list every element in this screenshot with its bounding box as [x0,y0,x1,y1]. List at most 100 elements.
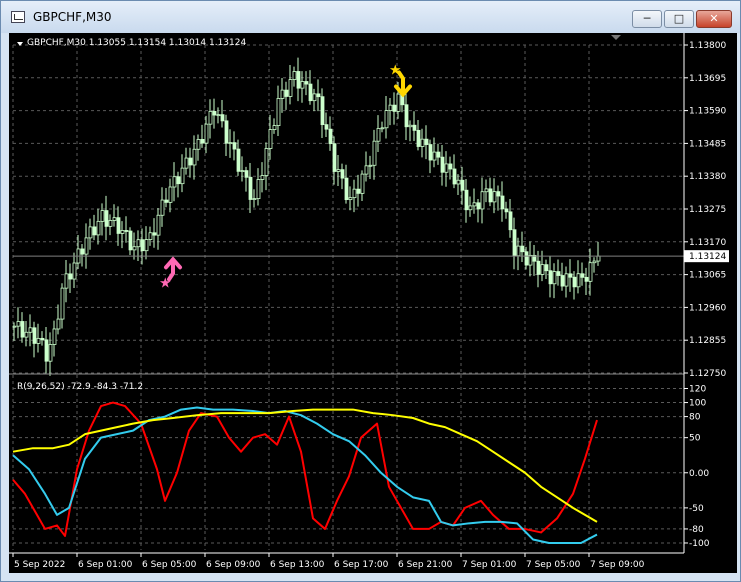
sell-star-icon: ★ [389,62,402,78]
current-price-label: 1.13124 [689,252,726,262]
candle-body [188,157,193,166]
candle-body [544,264,549,272]
candle-body [44,339,49,362]
candle-body [576,273,581,288]
candle-body [164,199,169,203]
candle-body [16,321,21,327]
candle-body [132,246,137,251]
candle-body [108,220,113,227]
candle-body [232,142,237,150]
candle-body [272,125,277,130]
candle-body [324,124,329,130]
indicator-tick-label: -80 [689,525,704,535]
candle-body [24,331,29,338]
candle-body [168,186,173,203]
candle-body [468,205,473,211]
candle-body [264,148,269,176]
candle-body [420,138,425,147]
candle-body [208,110,213,125]
candle-body [252,198,257,201]
candle-body [20,321,25,338]
candle-body [588,262,593,282]
candle-body [336,169,341,172]
price-tick-label: 1.13800 [689,41,726,51]
candle-body [124,230,129,232]
candle-body [500,195,505,210]
candle-body [448,163,453,170]
candle-body [464,189,469,211]
time-tick-label: 5 Sep 2022 [14,560,65,570]
candle-body [248,176,253,200]
candle-body [88,226,93,239]
candle-body [292,71,297,80]
candle-body [120,230,125,234]
candle-body [224,120,229,144]
time-tick-label: 6 Sep 13:00 [270,560,325,570]
candle-body [460,179,465,191]
price-tick-label: 1.13485 [689,139,726,149]
title-bar[interactable]: GBPCHF,M30 ─ □ ✕ [1,1,740,33]
candle-body [212,110,217,116]
candle-body [148,232,153,240]
candle-body [424,138,429,145]
candle-body [320,96,325,126]
price-tick-label: 1.13380 [689,172,726,182]
price-tick-label: 1.12960 [689,303,726,313]
candle-body [396,93,401,112]
indicator-tick-label: 50 [689,434,701,444]
indicator-tick-label: 80 [689,413,701,423]
chart-area[interactable]: ★ ★ 1.13800 1.13695 1.13590 1.13485 1.13380 1.… [9,33,737,573]
candle-body [56,318,61,330]
candle-body [92,226,97,236]
candle-body [296,71,301,89]
candle-body [280,89,285,99]
chart-svg[interactable]: ★★ 1.138001.136951.135901.134851.133801.… [9,33,737,573]
candle-body [80,248,85,255]
candle-body [344,177,349,201]
candle-body [152,232,157,236]
maximize-button[interactable]: □ [664,10,694,28]
time-tick-label: 6 Sep 09:00 [206,560,261,570]
candle-body [412,124,417,131]
candle-body [144,239,149,252]
indicator-tick-label: 100 [689,399,706,409]
candle-body [284,89,289,97]
candle-body [384,110,389,129]
candle-body [216,114,221,117]
candle-body [548,270,553,285]
time-tick-label: 6 Sep 21:00 [398,560,453,570]
candle-body [288,79,293,97]
symbol-menu-icon[interactable] [17,42,23,46]
candle-body [40,337,45,341]
candle-body [496,191,501,197]
candle-body [316,93,321,98]
scroll-marker-icon[interactable] [611,35,621,40]
candle-body [100,210,105,222]
candle-body [452,168,457,185]
candle-body [116,217,121,234]
candle-body [536,260,541,275]
candle-body [472,202,477,207]
candle-body [96,220,101,236]
candle-body [180,167,185,185]
candle-body [184,157,189,169]
candle-body [200,139,205,144]
close-button[interactable]: ✕ [696,10,732,28]
price-tick-label: 1.12855 [689,336,726,346]
price-axis: 1.13800 1.13695 1.13590 1.13485 1.13380 1.132… [13,41,729,379]
candle-body [260,175,265,180]
candles-group [12,57,601,376]
candle-body [84,237,89,255]
time-tick-label: 7 Sep 05:00 [526,560,581,570]
candle-body [348,197,353,201]
candle-body [228,142,233,145]
candle-body [356,188,361,194]
time-tick-label: 7 Sep 01:00 [462,560,517,570]
candle-body [516,245,521,257]
candle-body [444,163,449,173]
time-axis: 5 Sep 2022 6 Sep 01:00 6 Sep 05:00 6 Sep 09… [9,552,684,570]
candle-body [136,239,141,248]
candle-body [520,245,525,253]
candle-body [564,273,569,287]
minimize-button[interactable]: ─ [632,10,662,28]
